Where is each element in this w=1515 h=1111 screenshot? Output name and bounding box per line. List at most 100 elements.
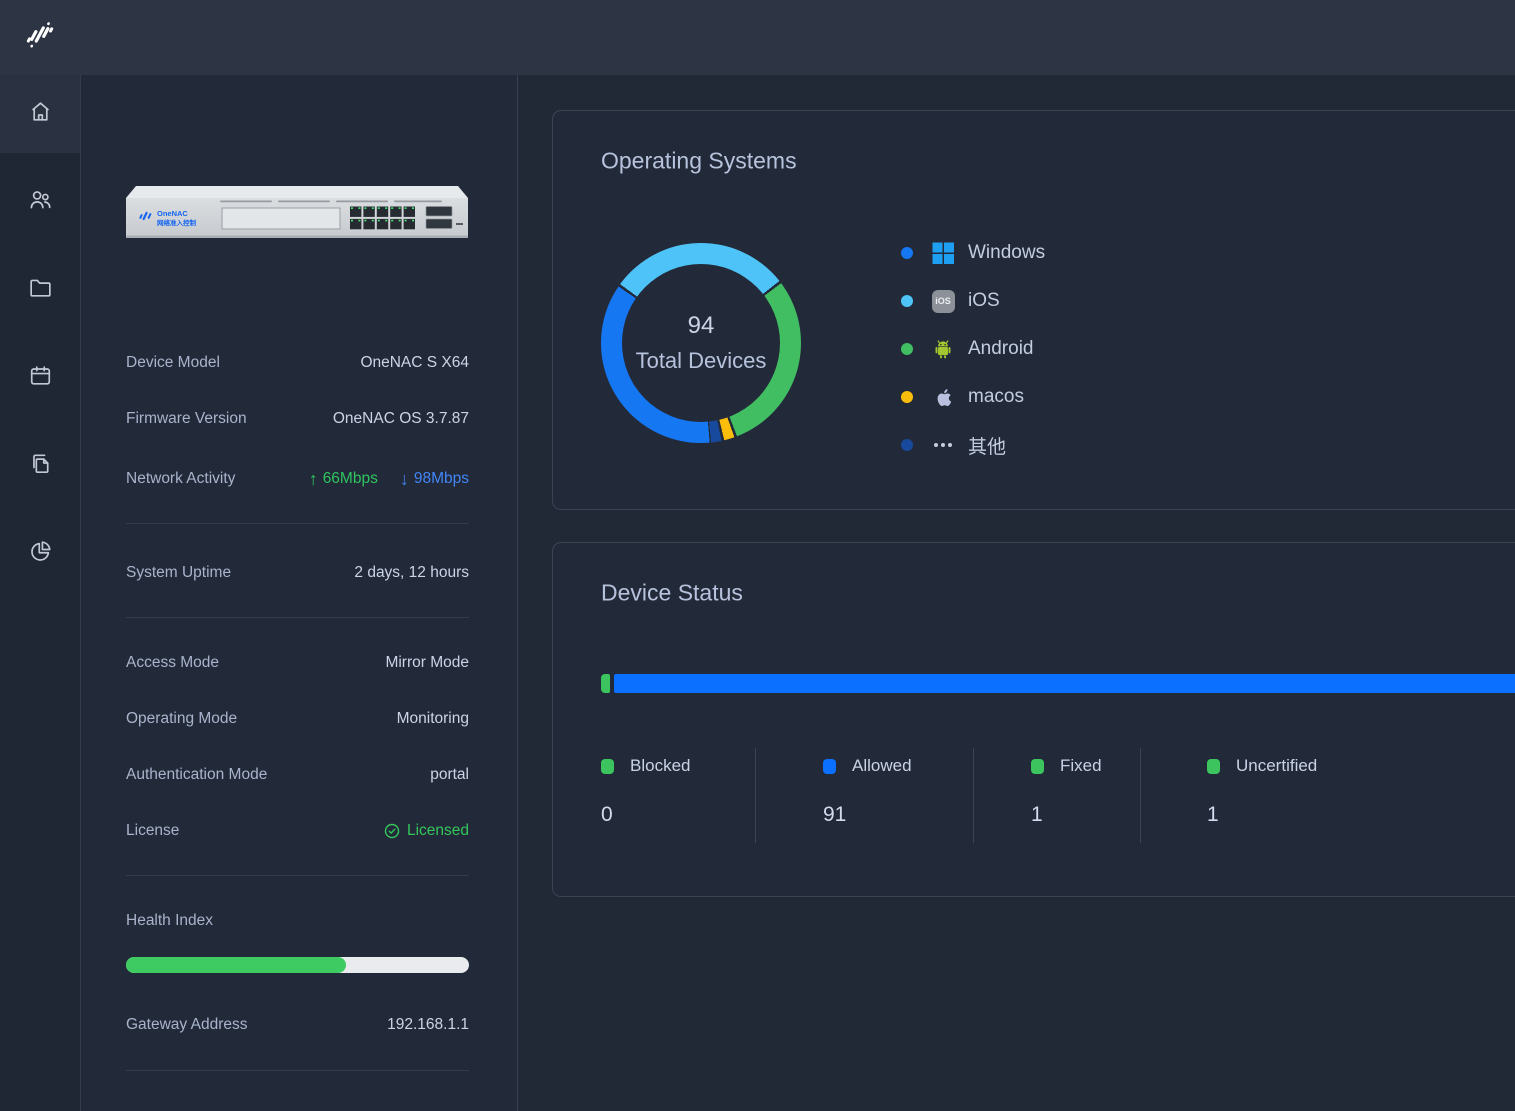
blocked-label: Blocked	[630, 756, 691, 775]
network-activity-row: Network Activity ↑ 66Mbps ↓ 98Mbps	[126, 470, 469, 488]
license-row: License Licensed	[126, 822, 469, 840]
total-devices-count: 94	[687, 312, 715, 339]
device-model-label: Device Model	[126, 354, 220, 371]
authentication-mode-value: portal	[430, 766, 469, 783]
status-col-blocked: Blocked 0	[601, 748, 756, 843]
windows-legend-label: Windows	[968, 242, 1046, 263]
status-bar-segment	[613, 674, 1515, 693]
os-donut-center: 94 Total Devices	[622, 264, 780, 422]
upload-arrow-icon: ↑	[308, 469, 318, 489]
allowed-dot	[823, 758, 836, 774]
fixed-label: Fixed	[1060, 756, 1102, 775]
operating-mode-row: Operating Mode Monitoring	[126, 710, 469, 728]
folder-icon	[27, 274, 54, 306]
top-header-bar	[0, 0, 1515, 75]
operating-mode-value: Monitoring	[396, 710, 469, 727]
android-legend-label: Android	[968, 338, 1034, 359]
gateway-address-value: 192.168.1.1	[387, 1016, 469, 1033]
health-index-bar	[126, 957, 469, 973]
device-model-value: OneNAC S X64	[360, 354, 469, 371]
os-donut-chart: 94 Total Devices	[601, 243, 801, 443]
os-legend-item-macos[interactable]: macos	[901, 373, 1045, 421]
device-appliance-image: OneNAC 网络准入控制	[126, 183, 468, 241]
sidebar-item-calendar[interactable]	[0, 339, 80, 417]
users-icon	[27, 186, 54, 218]
operating-mode-label: Operating Mode	[126, 710, 238, 727]
other-legend-dot	[901, 439, 913, 451]
health-index-bar-fill	[126, 957, 346, 973]
operating-systems-title: Operating Systems	[601, 147, 797, 174]
ios-legend-label: iOS	[968, 290, 1000, 311]
sidebar-item-reports[interactable]	[0, 515, 80, 593]
home-icon	[27, 98, 54, 130]
network-activity-label: Network Activity	[126, 470, 236, 487]
os-legend-item-android[interactable]: Android	[901, 325, 1045, 373]
os-legend-item-ios[interactable]: iOS iOS	[901, 277, 1045, 325]
uncertified-dot	[1207, 758, 1220, 774]
os-legend-item-windows[interactable]: Windows	[901, 229, 1045, 277]
android-icon	[930, 336, 956, 362]
upload-speed: ↑ 66Mbps	[309, 470, 378, 488]
uncertified-label: Uncertified	[1236, 756, 1318, 775]
allowed-label: Allowed	[852, 756, 912, 775]
access-mode-row: Access Mode Mirror Mode	[126, 654, 469, 672]
device-status-bar	[601, 674, 1515, 693]
sidebar-item-home[interactable]	[0, 75, 80, 153]
gateway-address-row: Gateway Address 192.168.1.1	[126, 1016, 469, 1034]
uncertified-value: 1	[1207, 803, 1219, 826]
operating-systems-card: Operating Systems 94 Total Devices Windo…	[552, 110, 1515, 510]
system-uptime-value: 2 days, 12 hours	[354, 564, 469, 581]
access-mode-value: Mirror Mode	[385, 654, 469, 671]
access-mode-label: Access Mode	[126, 654, 220, 671]
device-info-panel: OneNAC 网络准入控制 Device Model OneNAC S X64 …	[81, 75, 518, 1111]
firmware-version-label: Firmware Version	[126, 410, 247, 427]
status-bar-segment	[601, 674, 610, 693]
firmware-version-row: Firmware Version OneNAC OS 3.7.87	[126, 410, 469, 428]
ios-legend-dot	[901, 295, 913, 307]
upload-speed-value: 66Mbps	[322, 470, 378, 487]
blocked-value: 0	[601, 803, 613, 826]
macos-legend-dot	[901, 391, 913, 403]
device-status-title: Device Status	[601, 579, 743, 606]
divider	[126, 617, 469, 618]
download-arrow-icon: ↓	[399, 469, 409, 489]
firmware-version-value: OneNAC OS 3.7.87	[332, 410, 469, 427]
total-devices-label: Total Devices	[635, 348, 767, 373]
device-model-row: Device Model OneNAC S X64	[126, 354, 469, 372]
blocked-dot	[601, 758, 614, 774]
status-col-allowed: Allowed 91	[756, 748, 974, 843]
windows-icon	[930, 240, 956, 266]
system-uptime-label: System Uptime	[126, 564, 232, 581]
license-label: License	[126, 822, 180, 839]
pulse-logo-icon	[18, 13, 62, 62]
allowed-value: 91	[823, 803, 847, 826]
fixed-value: 1	[1031, 803, 1043, 826]
copy-icon	[27, 450, 54, 482]
os-legend-item-other[interactable]: 其他	[901, 421, 1045, 469]
sidebar-item-documents[interactable]	[0, 427, 80, 505]
check-circle-icon	[384, 823, 400, 839]
device-brand-subtext: 网络准入控制	[157, 218, 197, 227]
macos-legend-label: macos	[968, 386, 1024, 407]
license-value: Licensed	[406, 822, 469, 839]
system-uptime-row: System Uptime 2 days, 12 hours	[126, 564, 469, 582]
download-speed-value: 98Mbps	[413, 470, 469, 487]
ellipsis-icon	[930, 432, 956, 458]
authentication-mode-row: Authentication Mode portal	[126, 766, 469, 784]
sidebar-item-users[interactable]	[0, 163, 80, 241]
device-status-card: Device Status Blocked 0 Allowed 91 Fixed…	[552, 542, 1515, 897]
divider	[126, 875, 469, 876]
health-index-row: Health Index	[126, 912, 469, 930]
windows-legend-dot	[901, 247, 913, 259]
other-legend-label: 其他	[968, 436, 1007, 458]
device-brand-text: OneNAC	[157, 209, 188, 218]
app-logo[interactable]	[0, 0, 80, 75]
os-legend: Windows iOS iOS Android macos 其他	[901, 229, 1045, 469]
calendar-icon	[27, 362, 54, 394]
download-speed: ↓ 98Mbps	[400, 470, 469, 488]
sidebar-item-folder[interactable]	[0, 251, 80, 329]
status-col-uncertified: Uncertified 1	[1141, 748, 1401, 843]
pie-chart-icon	[27, 538, 54, 570]
health-index-label: Health Index	[126, 912, 214, 929]
divider	[126, 523, 469, 524]
